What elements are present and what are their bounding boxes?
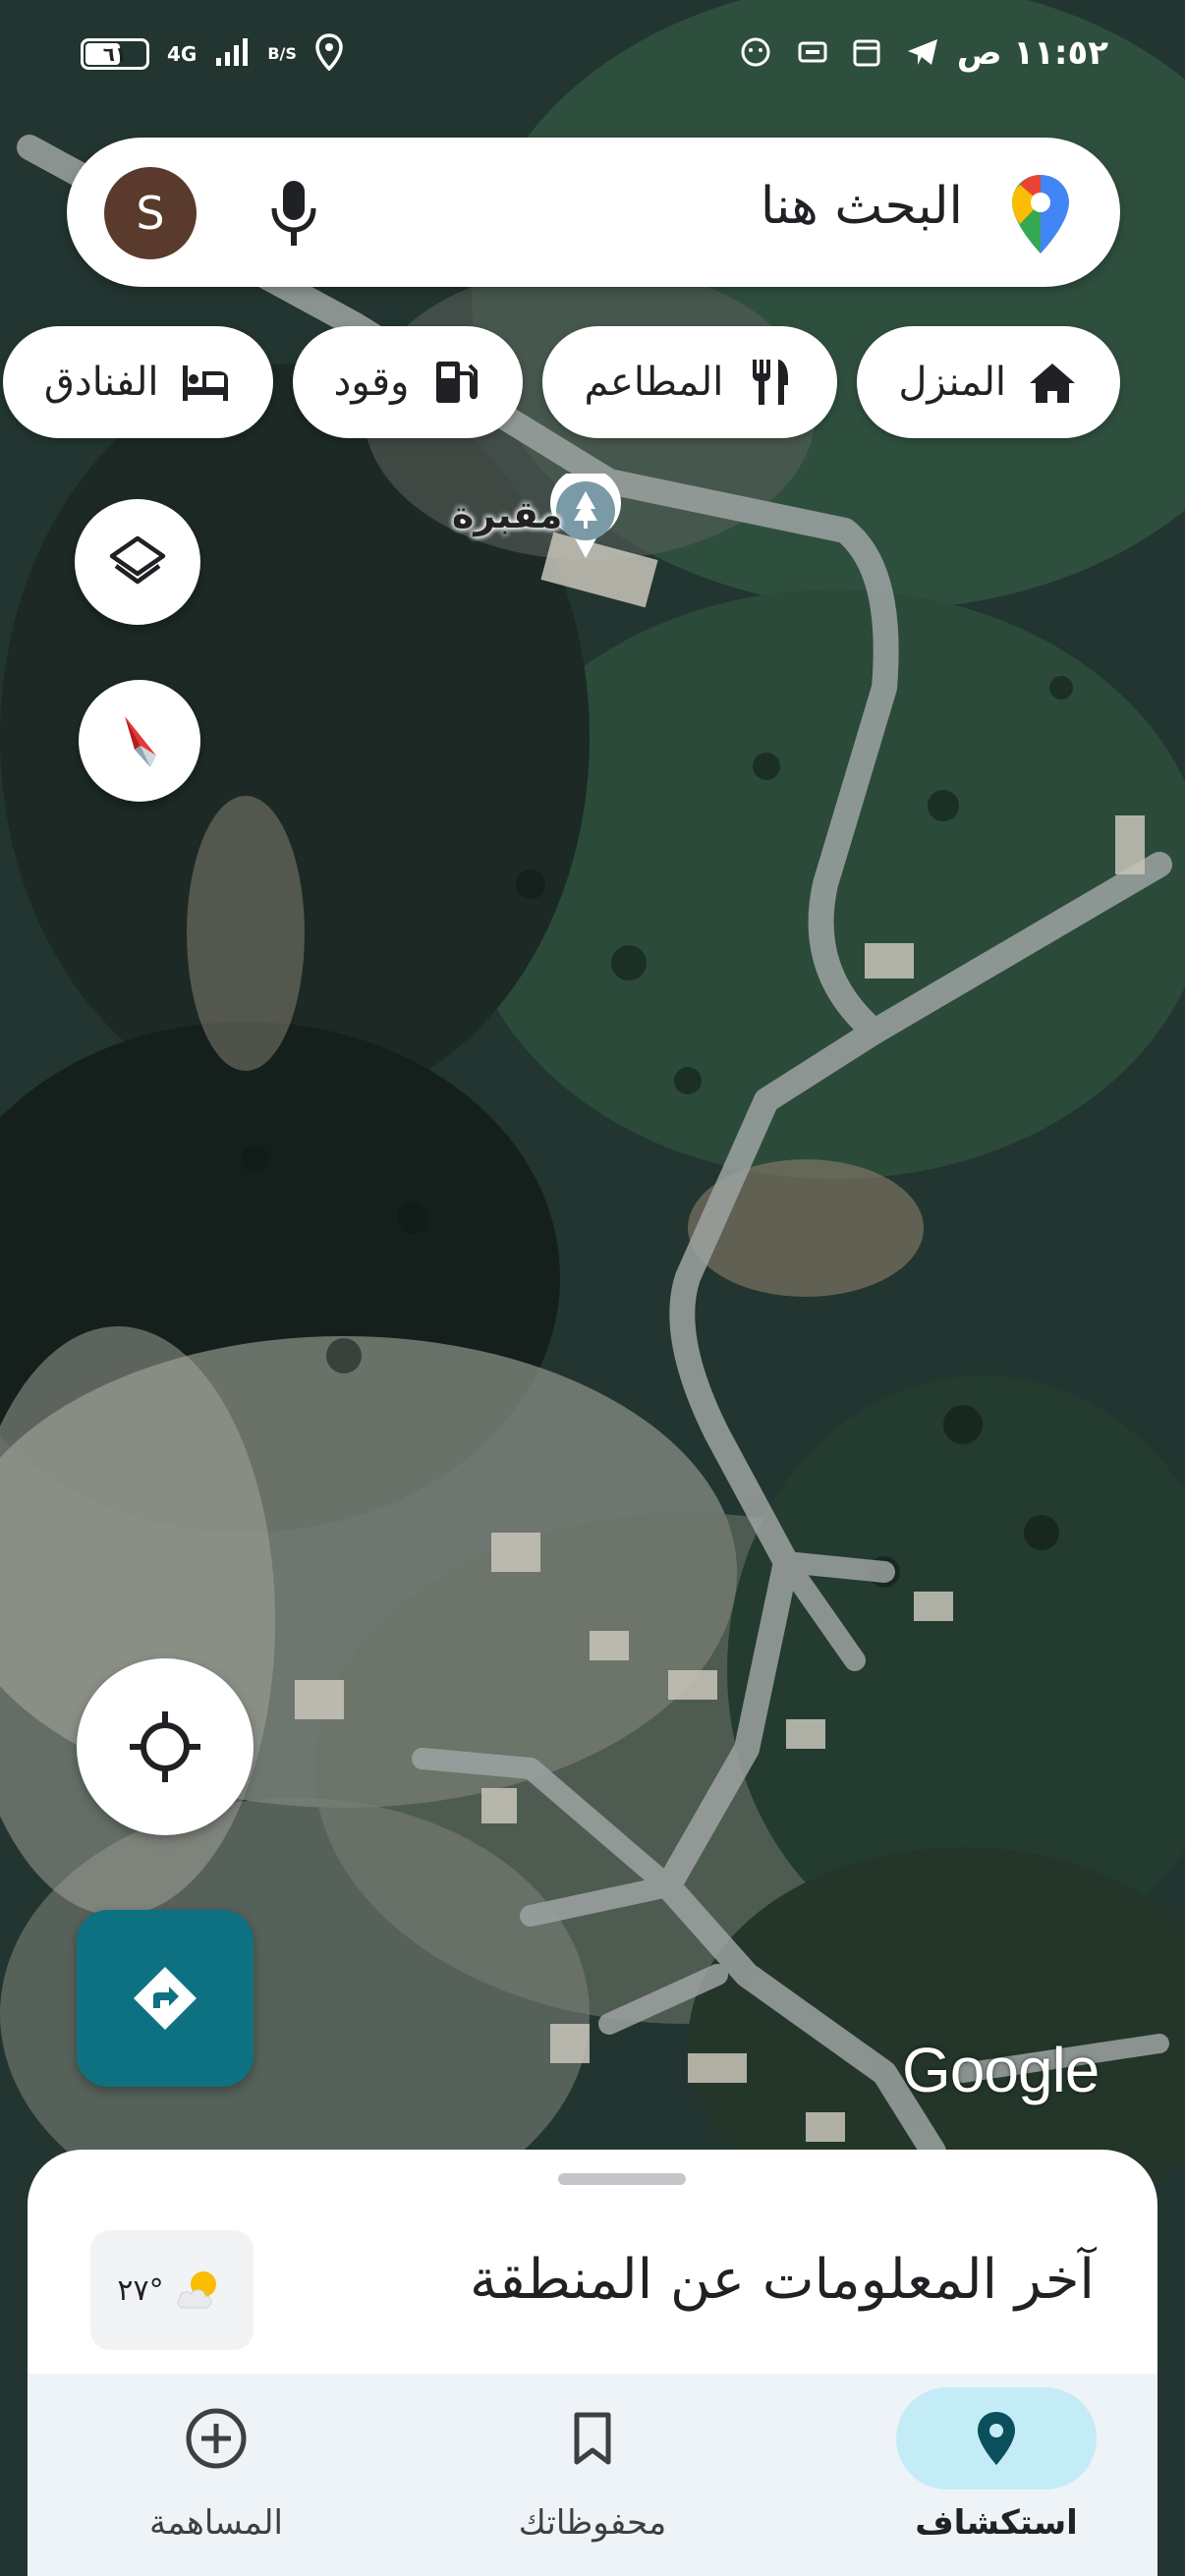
network-type: 4G [167,42,198,66]
hotel-icon [182,365,228,401]
layers-button[interactable] [75,499,200,625]
chip-home[interactable]: المنزل [857,326,1120,438]
telegram-icon [906,37,939,71]
layers-icon [109,535,166,585]
poi-label[interactable]: مقبرة [452,493,562,536]
nav-label-saved: محفوظاتك [518,2503,667,2543]
compass-icon [125,716,156,767]
chip-fuel[interactable]: وقود [292,326,524,438]
home-icon [1030,364,1075,403]
nav-contribute[interactable]: المساهمة [69,2374,364,2576]
status-time: ١١:٥٢ ص [956,33,1108,73]
temperature: ٢٧° [117,2272,164,2308]
partly-cloudy-icon [177,2271,216,2309]
directions-button[interactable] [77,1910,254,2087]
battery-icon: ٦١ [81,38,149,70]
message-icon [798,41,827,67]
chip-restaurants[interactable]: المطاعم [542,326,838,438]
fuel-icon [436,362,479,403]
google-attribution: Google [902,2035,1100,2105]
bookmark-icon [574,2412,611,2465]
directions-icon [134,1967,197,2030]
weather-chip[interactable]: ٢٧° [90,2230,254,2350]
chip-label: الفنادق [43,360,159,405]
nav-saved[interactable]: محفوظاتك [445,2374,740,2576]
my-location-button[interactable] [77,1658,254,1835]
chip-label: وقود [333,360,410,405]
nav-label-explore: استكشاف [915,2503,1078,2543]
status-notification-icons [739,35,939,73]
chip-hotels[interactable]: الفنادق [2,326,273,438]
nav-explore[interactable]: استكشاف [849,2374,1144,2576]
location-icon [314,33,344,75]
category-chips: المنزل المطاعم وقود الفنادق [2,326,1120,438]
calendar-icon [853,37,880,71]
face-icon [739,35,772,73]
nav-icon-wrap [116,2387,316,2490]
status-system-icons: ٦١ 4G B/S [81,33,344,75]
microphone-icon[interactable] [269,177,318,250]
bottom-navigation: استكشاف محفوظاتك المساهمة [28,2374,1157,2576]
active-indicator [896,2387,1097,2490]
my-location-icon [130,1711,200,1782]
google-maps-logo-icon [1010,173,1071,255]
status-bar: ١١:٥٢ ص ٦١ 4G B/S [0,0,1185,118]
search-input[interactable]: البحث هنا [761,177,963,236]
chip-label: المنزل [898,360,1006,405]
avatar[interactable]: S [104,167,197,259]
nav-icon-wrap [492,2387,693,2490]
compass-button[interactable] [79,680,200,802]
chip-label: المطاعم [584,360,724,405]
explore-pin-icon [978,2412,1015,2465]
restaurant-icon [753,360,789,405]
sheet-title: آخر المعلومات عن المنطقة [470,2248,1095,2312]
add-circle-icon [186,2408,247,2469]
nav-label-contribute: المساهمة [149,2503,283,2543]
sheet-drag-handle[interactable] [558,2173,686,2185]
data-speed: B/S [267,44,297,63]
signal-icon [214,36,250,72]
search-bar[interactable]: S البحث هنا [67,138,1120,287]
